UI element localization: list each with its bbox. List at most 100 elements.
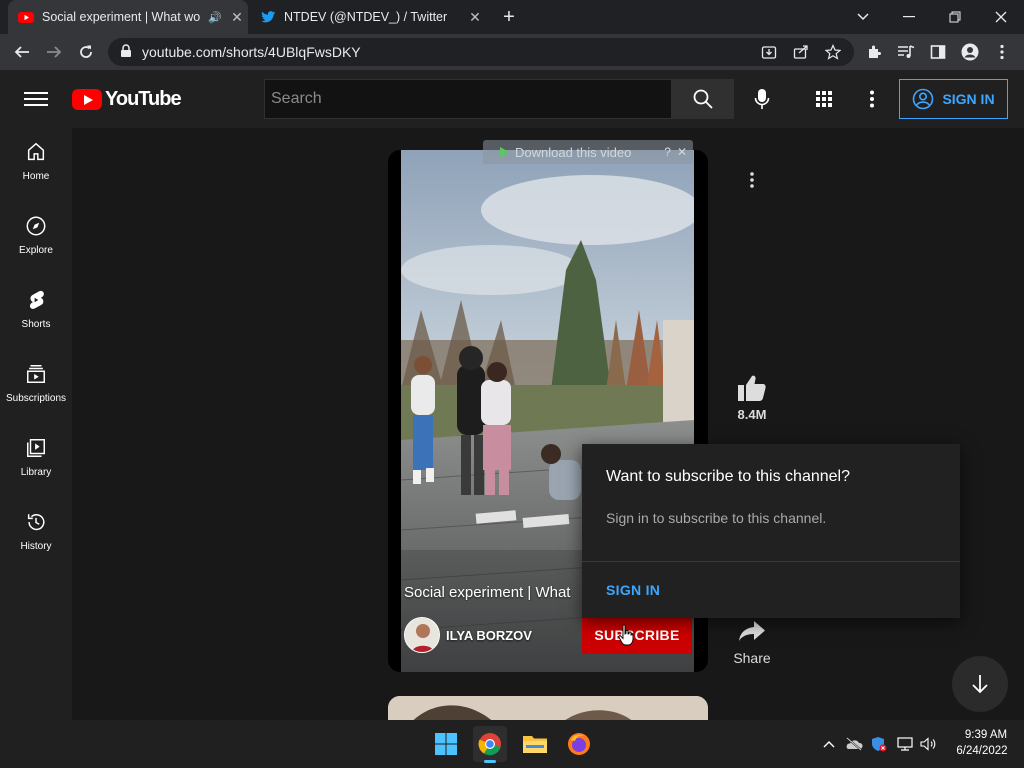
hand-cursor-icon bbox=[618, 624, 634, 646]
restore-window-icon[interactable] bbox=[932, 0, 978, 34]
arrow-down-icon bbox=[972, 675, 988, 694]
apps-grid-button[interactable] bbox=[808, 83, 840, 115]
share-button[interactable] bbox=[736, 616, 768, 646]
guide-item-library[interactable]: Library bbox=[0, 424, 72, 490]
guide-item-subscriptions[interactable]: Subscriptions bbox=[0, 350, 72, 416]
guide-sidebar: Home Explore Shorts Subscriptions Librar… bbox=[0, 128, 72, 720]
security-shield-icon[interactable] bbox=[870, 736, 888, 752]
tab-search-chevron-icon[interactable] bbox=[840, 0, 886, 34]
guide-item-label: Subscriptions bbox=[5, 392, 67, 404]
network-icon[interactable] bbox=[896, 736, 914, 752]
microphone-icon bbox=[754, 89, 770, 109]
guide-item-label: Explore bbox=[19, 244, 53, 256]
bookmark-star-icon[interactable] bbox=[824, 43, 842, 61]
minimize-window-icon[interactable] bbox=[886, 0, 932, 34]
profile-avatar-icon[interactable] bbox=[960, 42, 980, 62]
download-play-icon bbox=[500, 147, 509, 157]
close-window-icon[interactable] bbox=[978, 0, 1024, 34]
tab-twitter[interactable]: NTDEV (@NTDEV_) / Twitter ✕ bbox=[250, 0, 486, 34]
search-button[interactable] bbox=[672, 79, 734, 119]
next-short-button[interactable] bbox=[952, 656, 1008, 712]
like-count: 8.4M bbox=[737, 407, 767, 422]
history-icon bbox=[27, 513, 45, 530]
channel-avatar[interactable] bbox=[404, 617, 440, 653]
tab-title: Social experiment | What wo bbox=[42, 10, 201, 24]
subscriptions-icon bbox=[27, 364, 45, 383]
new-tab-button[interactable]: + bbox=[498, 6, 520, 28]
library-icon bbox=[27, 438, 45, 457]
account-circle-icon bbox=[913, 88, 934, 110]
search-icon bbox=[693, 89, 713, 109]
chevron-up-icon[interactable] bbox=[820, 736, 838, 752]
chrome-menu-icon[interactable] bbox=[992, 42, 1012, 62]
guide-item-label: Home bbox=[22, 170, 50, 182]
back-arrow-icon[interactable] bbox=[10, 40, 34, 64]
apps-grid-icon bbox=[816, 91, 832, 107]
channel-name[interactable]: ILYA BORZOV bbox=[446, 628, 532, 643]
youtube-favicon-icon bbox=[18, 12, 34, 23]
install-app-icon[interactable] bbox=[760, 43, 778, 61]
file-explorer-icon[interactable] bbox=[521, 730, 549, 758]
popup-title: Want to subscribe to this channel? bbox=[606, 468, 850, 485]
tab-title: NTDEV (@NTDEV_) / Twitter bbox=[284, 10, 448, 24]
chrome-icon[interactable] bbox=[476, 730, 504, 758]
extensions-puzzle-icon[interactable] bbox=[864, 42, 884, 62]
youtube-play-icon bbox=[72, 89, 102, 110]
volume-icon[interactable] bbox=[920, 736, 938, 752]
subscribe-signin-popup: Want to subscribe to this channel? Sign … bbox=[582, 444, 960, 618]
vertical-dots-icon bbox=[750, 172, 754, 188]
onedrive-offline-icon[interactable] bbox=[845, 736, 863, 752]
active-app-indicator bbox=[484, 760, 496, 763]
share-label[interactable]: Share bbox=[722, 650, 782, 666]
forward-arrow-icon[interactable] bbox=[42, 40, 66, 64]
popup-sign-in-button[interactable]: SIGN IN bbox=[606, 582, 660, 598]
address-bar[interactable]: youtube.com/shorts/4UBlqFwsDKY bbox=[108, 38, 854, 66]
logo-text: YouTube bbox=[105, 88, 182, 110]
voice-search-button[interactable] bbox=[746, 83, 778, 115]
sign-in-button[interactable]: SIGN IN bbox=[899, 79, 1008, 119]
guide-item-home[interactable]: Home bbox=[0, 128, 72, 194]
browser-toolbar: youtube.com/shorts/4UBlqFwsDKY bbox=[0, 34, 1024, 70]
firefox-icon[interactable] bbox=[565, 730, 593, 758]
search-input[interactable] bbox=[264, 79, 672, 119]
popup-divider bbox=[582, 561, 960, 562]
tab-youtube[interactable]: Social experiment | What wo 🔊 ✕ bbox=[8, 0, 248, 34]
speaker-icon[interactable]: 🔊 bbox=[208, 11, 226, 24]
help-icon[interactable]: ? bbox=[664, 145, 671, 159]
popup-body: Sign in to subscribe to this channel. bbox=[606, 510, 827, 526]
download-video-bar[interactable]: Download this video ? ✕ bbox=[483, 140, 693, 164]
home-icon bbox=[27, 142, 45, 160]
hamburger-menu-icon[interactable] bbox=[24, 88, 48, 110]
windows-start-icon[interactable] bbox=[432, 730, 460, 758]
media-controls-icon[interactable] bbox=[896, 42, 916, 62]
clock-time[interactable]: 9:39 AM bbox=[960, 729, 1012, 741]
guide-item-label: Shorts bbox=[21, 318, 51, 330]
close-icon[interactable]: ✕ bbox=[677, 145, 687, 159]
short-title[interactable]: Social experiment | What bbox=[404, 584, 582, 601]
close-tab-icon[interactable]: ✕ bbox=[226, 9, 248, 26]
vertical-dots-icon bbox=[870, 90, 874, 108]
youtube-masthead: YouTube SIGN IN bbox=[0, 70, 1024, 128]
guide-item-history[interactable]: History bbox=[0, 498, 72, 564]
guide-item-label: History bbox=[20, 540, 52, 552]
side-panel-icon[interactable] bbox=[928, 42, 948, 62]
reload-icon[interactable] bbox=[74, 40, 98, 64]
thumbs-up-icon bbox=[738, 375, 766, 401]
lock-icon[interactable] bbox=[120, 44, 132, 58]
close-tab-icon[interactable]: ✕ bbox=[464, 9, 486, 26]
settings-more-button[interactable] bbox=[856, 83, 888, 115]
shorts-icon bbox=[29, 290, 44, 309]
guide-item-explore[interactable]: Explore bbox=[0, 202, 72, 268]
clock-date[interactable]: 6/24/2022 bbox=[950, 745, 1014, 757]
url-text: youtube.com/shorts/4UBlqFwsDKY bbox=[142, 44, 361, 60]
like-button[interactable] bbox=[734, 370, 770, 406]
guide-item-label: Library bbox=[20, 466, 52, 478]
short-more-actions-button[interactable] bbox=[740, 168, 764, 192]
compass-icon bbox=[26, 216, 46, 235]
guide-item-shorts[interactable]: Shorts bbox=[0, 276, 72, 342]
youtube-logo[interactable]: YouTube bbox=[72, 88, 182, 111]
download-bar-label: Download this video bbox=[515, 144, 632, 160]
subscribe-button[interactable]: SUBSCRIBE bbox=[582, 616, 692, 654]
share-arrow-icon bbox=[739, 621, 765, 641]
share-page-icon[interactable] bbox=[792, 43, 810, 61]
